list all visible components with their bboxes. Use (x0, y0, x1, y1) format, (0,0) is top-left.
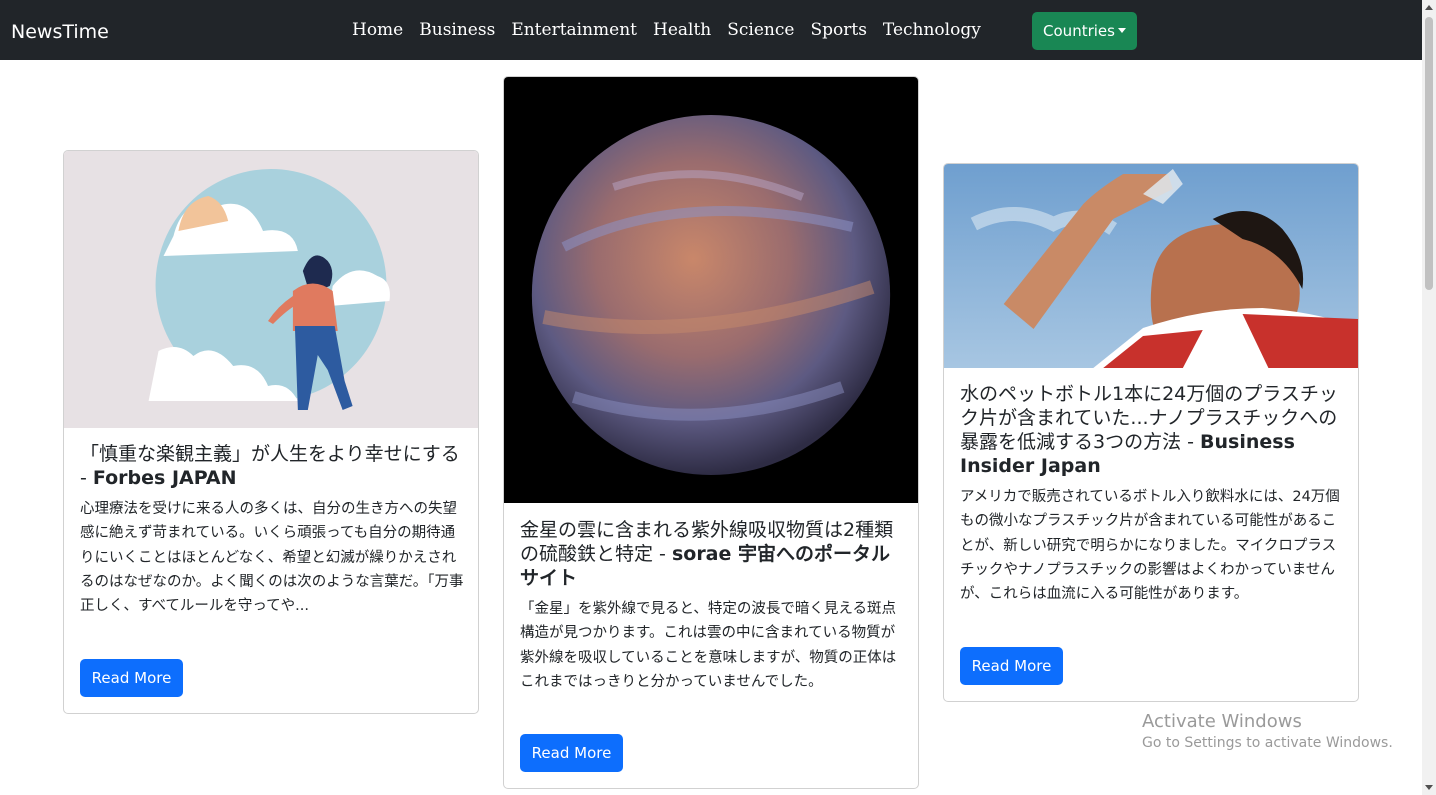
nav-link-home[interactable]: Home (344, 18, 411, 42)
card-image-venus (504, 77, 918, 503)
news-card: 金星の雲に含まれる紫外線吸収物質は2種類の硫酸鉄と特定 - sorae 宇宙への… (503, 76, 919, 789)
watermark-subtitle: Go to Settings to activate Windows. (1142, 735, 1393, 751)
countries-label: Countries (1043, 22, 1115, 40)
nav-link-entertainment[interactable]: Entertainment (503, 18, 645, 42)
card-title[interactable]: 金星の雲に含まれる紫外線吸収物質は2種類の硫酸鉄と特定 - sorae 宇宙への… (520, 518, 904, 590)
caret-down-icon (1117, 28, 1126, 33)
card-body: 水のペットボトル1本に24万個のプラスチック片が含まれていた...ナノプラスチッ… (960, 382, 1344, 606)
navbar: NewsTime Home Business Entertainment Hea… (0, 0, 1422, 60)
card-source: Forbes JAPAN (92, 467, 237, 489)
news-card: 「慎重な楽観主義」が人生をより幸せにする - Forbes JAPAN 心理療法… (63, 150, 479, 714)
scrollbar-thumb[interactable] (1425, 17, 1433, 290)
activate-windows-watermark: Activate Windows Go to Settings to activ… (1142, 711, 1393, 753)
nav-links: Home Business Entertainment Health Scien… (344, 18, 989, 42)
card-body: 「慎重な楽観主義」が人生をより幸せにする - Forbes JAPAN 心理療法… (80, 442, 464, 618)
card-title[interactable]: 「慎重な楽観主義」が人生をより幸せにする - Forbes JAPAN (80, 442, 464, 490)
watermark-title: Activate Windows (1142, 711, 1302, 732)
card-description: 「金星」を紫外線で見ると、特定の波長で暗く見える斑点構造が見つかります。これは雲… (520, 601, 897, 690)
countries-dropdown-button[interactable]: Countries (1032, 12, 1137, 50)
read-more-button[interactable]: Read More (80, 659, 183, 697)
brand-logo[interactable]: NewsTime (11, 20, 109, 44)
scroll-up-arrow-icon[interactable] (1425, 5, 1433, 10)
card-description: 心理療法を受けに来る人の多くは、自分の生き方への失望感に絶えず苛まれている。いく… (80, 501, 464, 615)
nav-link-health[interactable]: Health (645, 18, 719, 42)
card-image-illustration (64, 151, 478, 428)
news-card: 水のペットボトル1本に24万個のプラスチック片が含まれていた...ナノプラスチッ… (943, 163, 1359, 702)
card-description: アメリカで販売されているボトル入り飲料水には、24万個もの微小なプラスチック片が… (960, 489, 1340, 603)
card-body: 金星の雲に含まれる紫外線吸収物質は2種類の硫酸鉄と特定 - sorae 宇宙への… (520, 518, 904, 694)
nav-link-sports[interactable]: Sports (802, 18, 874, 42)
nav-link-science[interactable]: Science (719, 18, 802, 42)
read-more-button[interactable]: Read More (960, 647, 1063, 685)
read-more-button[interactable]: Read More (520, 734, 623, 772)
card-title[interactable]: 水のペットボトル1本に24万個のプラスチック片が含まれていた...ナノプラスチッ… (960, 382, 1344, 478)
vertical-scrollbar[interactable] (1422, 0, 1436, 795)
nav-link-technology[interactable]: Technology (875, 18, 989, 42)
scroll-down-arrow-icon[interactable] (1425, 785, 1433, 790)
nav-link-business[interactable]: Business (411, 18, 503, 42)
card-image-man-drinking (944, 164, 1358, 368)
